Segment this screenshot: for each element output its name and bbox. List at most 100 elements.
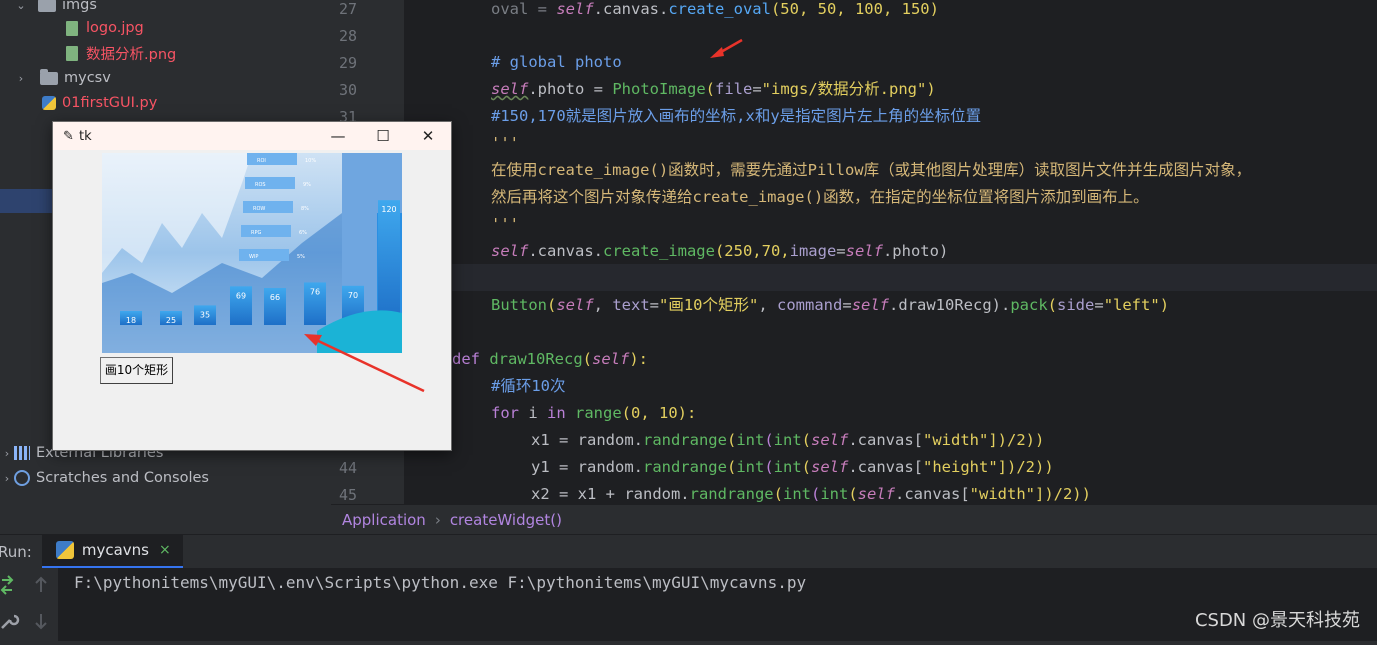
line-number: 30 — [338, 81, 357, 99]
run-panel-header: Run: mycavns × — [0, 534, 1377, 569]
line-number: 45 — [338, 486, 357, 504]
library-icon — [14, 446, 30, 460]
tree-item-firstgui[interactable]: 01firstGUI.py — [42, 91, 157, 115]
run-label: Run: — [0, 542, 32, 561]
tree-item-label: imgs — [62, 0, 97, 13]
code-line: for i in range(0, 10): — [491, 404, 697, 422]
image-tab-label: ROW — [253, 206, 265, 212]
python-icon — [55, 541, 74, 559]
tk-window-title: tk — [79, 128, 92, 144]
code-line: #循环10次 — [491, 377, 566, 395]
close-icon[interactable]: × — [159, 542, 171, 558]
data-analysis-picture: 18 25 35 69 66 76 70 120 ROI 10% ROS 9% ROW 8% RPG 6% W… — [102, 153, 402, 353]
folder-icon — [38, 0, 56, 12]
code-line: x1 = random.randrange(int(int(self.canva… — [531, 431, 1045, 449]
tree-item-logo[interactable]: logo.jpg — [66, 16, 144, 40]
image-bar-label: 25 — [166, 316, 176, 325]
draw-rectangles-button[interactable]: 画10个矩形 — [100, 357, 173, 384]
console-line: F:\pythonitems\myGUI\.env\Scripts\python… — [74, 573, 807, 592]
tree-item-label: Scratches and Consoles — [36, 470, 209, 486]
image-tab — [239, 249, 289, 261]
image-tab — [245, 177, 295, 189]
console-output[interactable]: F:\pythonitems\myGUI\.env\Scripts\python… — [58, 568, 1377, 641]
tree-item-scratches[interactable]: › Scratches and Consoles — [0, 466, 209, 490]
image-bar-label: 66 — [270, 293, 280, 302]
tree-item-label: logo.jpg — [86, 20, 144, 36]
image-tab-label: RPG — [251, 230, 261, 236]
chevron-right-icon[interactable]: › — [0, 472, 14, 485]
image-tab-percent: 9% — [303, 182, 311, 188]
code-line: self.canvas.create_image(250,70,image=se… — [491, 242, 949, 260]
line-number: 28 — [338, 27, 357, 45]
tree-item-data-png[interactable]: 数据分析.png — [66, 41, 176, 65]
image-bar-label: 70 — [348, 291, 358, 300]
image-bar-label: 76 — [310, 287, 320, 296]
code-line: Button(self, text="画10个矩形", command=self… — [491, 296, 1170, 314]
breadcrumb-item[interactable]: Application — [342, 511, 426, 529]
code-line: oval = self.canvas.create_oval(50, 50, 1… — [491, 0, 939, 18]
code-line: #150,170就是图片放入画布的坐标,x和y是指定图片左上角的坐标位置 — [491, 107, 982, 125]
image-bar — [378, 200, 400, 325]
image-tab-percent: 10% — [305, 158, 316, 164]
image-bar-label: 18 — [126, 316, 136, 325]
breadcrumb-separator: › — [434, 510, 441, 529]
line-number: 44 — [338, 459, 357, 477]
code-line: ''' — [491, 215, 519, 233]
code-line: 在使用create_image()函数时，需要先通过Pillow库（或其他图片处… — [491, 161, 1252, 179]
code-line: # global photo — [491, 53, 622, 71]
image-file-icon — [66, 20, 78, 36]
image-bar-label: 35 — [200, 310, 210, 319]
run-tab-mycavns[interactable]: mycavns × — [41, 534, 183, 569]
image-tab-label: ROI — [257, 158, 266, 164]
code-line: self.photo = PhotoImage(file="imgs/数据分析.… — [491, 80, 936, 98]
rerun-icon[interactable] — [0, 575, 14, 595]
tree-item-mycsv[interactable]: › mycsv — [14, 66, 111, 90]
run-tab-label: mycavns — [81, 541, 149, 559]
python-file-icon — [42, 96, 56, 110]
code-line: def draw10Recg(self): — [452, 350, 648, 368]
close-button[interactable]: ✕ — [405, 122, 451, 150]
chevron-right-icon[interactable]: › — [0, 447, 14, 460]
chevron-right-icon[interactable]: › — [14, 72, 28, 85]
image-tab-percent: 8% — [301, 206, 309, 212]
feather-icon: ✎ — [63, 129, 74, 144]
watermark: CSDN @景天科技苑 — [1194, 610, 1360, 631]
image-tab — [243, 201, 293, 213]
breadcrumb-item[interactable]: createWidget() — [450, 511, 562, 529]
scratches-icon — [14, 470, 30, 486]
code-line: y1 = random.randrange(int(int(self.canva… — [531, 458, 1054, 476]
image-tab-percent: 5% — [297, 254, 305, 260]
current-line-highlight — [404, 264, 1377, 291]
run-toolbar-icons — [0, 575, 47, 630]
image-bar-label: 69 — [236, 291, 246, 300]
image-tab-label: WIP — [249, 254, 258, 260]
image-file-icon — [66, 45, 78, 61]
minimize-button[interactable]: — — [315, 122, 361, 150]
image-tab-percent: 6% — [299, 230, 307, 236]
tree-item-label: 数据分析.png — [86, 46, 177, 63]
line-number: 29 — [338, 54, 357, 72]
arrow-down-icon[interactable] — [35, 614, 47, 630]
code-editor[interactable]: oval = self.canvas.create_oval(50, 50, 1… — [404, 0, 1377, 504]
chevron-down-icon[interactable]: ⌄ — [14, 0, 28, 12]
tk-canvas-image: 18 25 35 69 66 76 70 120 ROI 10% ROS 9% ROW 8% RPG 6% W… — [102, 153, 402, 353]
arrow-up-icon[interactable] — [35, 576, 47, 592]
image-tab-label: ROS — [255, 182, 266, 188]
maximize-button[interactable]: ☐ — [360, 122, 406, 150]
code-line: 然后再将这个图片对象传递给create_image()函数，在指定的坐标位置将图… — [491, 188, 1149, 206]
tk-titlebar[interactable]: ✎ tk — ☐ ✕ — [53, 122, 451, 150]
image-tab — [241, 225, 291, 237]
breadcrumb: Application › createWidget() — [331, 504, 1377, 534]
code-line: x2 = x1 + random.randrange(int(int(self.… — [531, 485, 1091, 503]
code-line: ''' — [491, 134, 519, 152]
tree-item-imgs[interactable]: ⌄ imgs — [14, 0, 97, 17]
tree-item-label: mycsv — [64, 70, 111, 86]
folder-icon — [40, 68, 58, 85]
line-number: 27 — [338, 0, 357, 18]
wrench-icon[interactable] — [1, 614, 20, 629]
image-tab — [247, 153, 297, 165]
image-bar-label: 120 — [381, 205, 396, 214]
tk-window[interactable]: ✎ tk — ☐ ✕ 18 25 35 69 66 76 70 120 ROI … — [52, 121, 452, 451]
run-toolbar — [0, 568, 58, 641]
tree-item-label: 01firstGUI.py — [62, 95, 158, 111]
